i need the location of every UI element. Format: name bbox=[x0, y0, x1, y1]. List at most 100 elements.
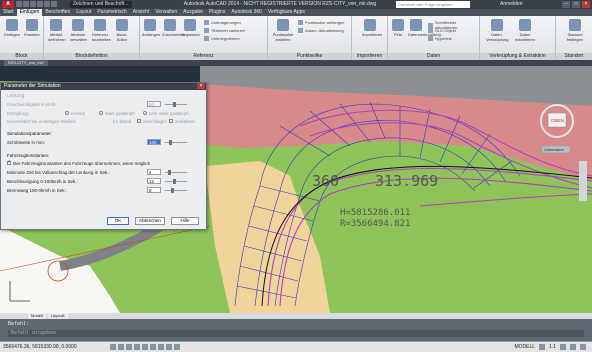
tab-layout[interactable]: Layout bbox=[73, 9, 94, 16]
ducs-icon[interactable] bbox=[158, 344, 164, 350]
extract-icon bbox=[519, 19, 531, 31]
osnap-icon[interactable] bbox=[142, 344, 148, 350]
group-label[interactable]: Verknüpfung & Extraktion bbox=[480, 53, 555, 60]
damping-verystrong-radio[interactable] bbox=[143, 111, 147, 115]
annotation-scale[interactable]: 1:1 bbox=[549, 344, 556, 350]
command-history-1: Befehl: bbox=[8, 321, 30, 327]
data-link-extract-button[interactable]: Daten-Verknüpfung bbox=[486, 19, 508, 42]
attach-button[interactable]: Anhängen bbox=[142, 19, 160, 37]
fullscreen-icon[interactable] bbox=[580, 344, 586, 350]
curve-drive-checkbox[interactable] bbox=[169, 119, 173, 123]
lineweight-icon[interactable] bbox=[174, 344, 180, 350]
model-button[interactable]: MODELL bbox=[514, 344, 535, 350]
redo-icon[interactable] bbox=[44, 1, 50, 7]
undo-icon[interactable] bbox=[37, 1, 43, 7]
search-input[interactable]: Stichwort oder Frage eingeben bbox=[396, 1, 470, 8]
tab-einfügen[interactable]: Einfügen bbox=[16, 9, 43, 16]
underlay-frame-row[interactable]: Unterlegrahmen bbox=[204, 36, 240, 41]
frame-vary-row[interactable]: *Rahmen variieren* bbox=[204, 28, 246, 33]
group-label[interactable]: Punktwolke bbox=[268, 53, 351, 60]
set-location-button[interactable]: Standort festlegen bbox=[564, 19, 586, 42]
snap-icon[interactable] bbox=[110, 344, 116, 350]
tab-ansicht[interactable]: Ansicht bbox=[130, 9, 152, 16]
step-input[interactable]: 100 bbox=[147, 139, 161, 145]
hyperlink-row[interactable]: Hyperlink bbox=[428, 36, 452, 41]
tab-beschriften[interactable]: Beschriften bbox=[42, 9, 73, 16]
clip-button[interactable]: Zuschneiden bbox=[162, 19, 185, 37]
create-block-button[interactable]: Erstellen bbox=[24, 19, 40, 37]
attach-pointcloud-row[interactable]: Punktwolke anhängen bbox=[298, 20, 344, 25]
speed-input[interactable]: 50 bbox=[147, 101, 161, 107]
extract-data-button[interactable]: Daten extrahieren bbox=[514, 19, 536, 42]
workspace-dropdown[interactable]: Zeichnen und Beschrift... bbox=[70, 1, 132, 8]
damping-normal-radio[interactable] bbox=[65, 111, 69, 115]
maximize-icon[interactable]: □ bbox=[572, 1, 580, 8]
group-label[interactable]: Blockdefinition bbox=[44, 53, 139, 60]
polar-icon[interactable] bbox=[134, 344, 140, 350]
close-icon[interactable]: × bbox=[582, 1, 590, 8]
open-icon[interactable] bbox=[23, 1, 29, 7]
define-attribute-button[interactable]: Attribut definieren bbox=[48, 19, 66, 42]
cancel-button[interactable]: Abbrechen bbox=[135, 217, 165, 225]
edit-reference-button[interactable]: Referenz bearbeiten bbox=[92, 19, 111, 42]
tab-autodesk-360[interactable]: Autodesk 360 bbox=[228, 9, 265, 16]
application-menu-button[interactable]: A bbox=[2, 1, 14, 8]
brake-slider-knob[interactable] bbox=[171, 188, 174, 193]
tab-verwalten[interactable]: Verwalten bbox=[152, 9, 180, 16]
field-button[interactable]: Feld bbox=[390, 19, 406, 37]
import-button[interactable]: Importieren bbox=[362, 19, 382, 37]
auto-update-row[interactable]: Autom. Aktualisierung bbox=[298, 28, 344, 33]
manage-attributes-button[interactable]: Attribute verwalten bbox=[70, 19, 87, 42]
group-label[interactable]: Standort bbox=[556, 53, 592, 60]
accel-slider[interactable] bbox=[165, 179, 187, 184]
tab-start[interactable]: Start bbox=[0, 9, 17, 16]
min-time-slider-knob[interactable] bbox=[168, 170, 171, 175]
ribbon-group-reference: Anhängen Zuschneiden Anpassen Unterlager… bbox=[140, 16, 268, 60]
login-button[interactable]: Anmelden bbox=[500, 0, 523, 9]
insert-block-button[interactable]: Einfügen bbox=[4, 19, 20, 37]
accel-slider-knob[interactable] bbox=[173, 179, 176, 184]
speed-slider[interactable] bbox=[165, 102, 187, 107]
grid-icon[interactable] bbox=[118, 344, 124, 350]
group-label[interactable]: Importieren bbox=[352, 53, 387, 60]
brake-input[interactable]: 8 bbox=[147, 187, 161, 193]
otrack-icon[interactable] bbox=[150, 344, 156, 350]
minimize-icon[interactable]: – bbox=[562, 1, 570, 8]
close-icon[interactable]: × bbox=[197, 83, 205, 89]
tab-plugins[interactable]: Plugins bbox=[206, 9, 228, 16]
group-label[interactable]: Block bbox=[0, 53, 43, 60]
accel-input[interactable]: 12 bbox=[147, 178, 161, 184]
tab-ausgabe[interactable]: Ausgabe bbox=[180, 9, 206, 16]
underlay-layers-row[interactable]: Unterlagerungen bbox=[204, 20, 241, 25]
tab-parametrisch[interactable]: Parametrisch bbox=[94, 9, 129, 16]
dyn-icon[interactable] bbox=[166, 344, 172, 350]
plot-icon[interactable] bbox=[51, 1, 57, 7]
min-time-input[interactable]: 4 bbox=[147, 169, 161, 175]
step-slider-knob[interactable] bbox=[169, 140, 172, 145]
tab-verfügbare-apps[interactable]: Verfügbare Apps bbox=[265, 9, 308, 16]
min-time-slider[interactable] bbox=[165, 170, 187, 175]
block-editor-button[interactable]: Block-Editor bbox=[114, 19, 130, 42]
vehicle-constants-checkbox[interactable] bbox=[7, 159, 11, 165]
damping-strong-radio[interactable] bbox=[99, 111, 103, 115]
speed-slider-knob[interactable] bbox=[173, 102, 176, 107]
group-label[interactable]: Referenz bbox=[140, 53, 267, 60]
ortho-icon[interactable] bbox=[126, 344, 132, 350]
command-input[interactable]: Befehl eingeben bbox=[8, 330, 584, 337]
layout-icon[interactable] bbox=[539, 344, 546, 350]
adjust-button[interactable]: Anpassen bbox=[182, 19, 200, 37]
ok-button[interactable]: OK bbox=[107, 217, 129, 225]
group-label[interactable]: Daten bbox=[388, 53, 479, 60]
help-button[interactable]: Hilfe bbox=[171, 217, 199, 225]
curve-steer-checkbox[interactable] bbox=[137, 119, 141, 123]
new-icon[interactable] bbox=[16, 1, 22, 7]
step-slider[interactable] bbox=[165, 140, 187, 145]
brake-slider[interactable] bbox=[165, 188, 187, 193]
accel-label: Beschleunigung 0-100km/h in Sek.: bbox=[7, 179, 78, 184]
workspace-icon[interactable] bbox=[560, 344, 566, 350]
create-pointcloud-button[interactable]: Punktwolke erstellen bbox=[271, 19, 295, 42]
save-icon[interactable] bbox=[30, 1, 36, 7]
lock-icon[interactable] bbox=[570, 344, 576, 350]
data-link-button[interactable]: Datenverknüpfung bbox=[408, 19, 441, 37]
ole-object-row[interactable]: OLE-Objekt bbox=[428, 28, 456, 33]
